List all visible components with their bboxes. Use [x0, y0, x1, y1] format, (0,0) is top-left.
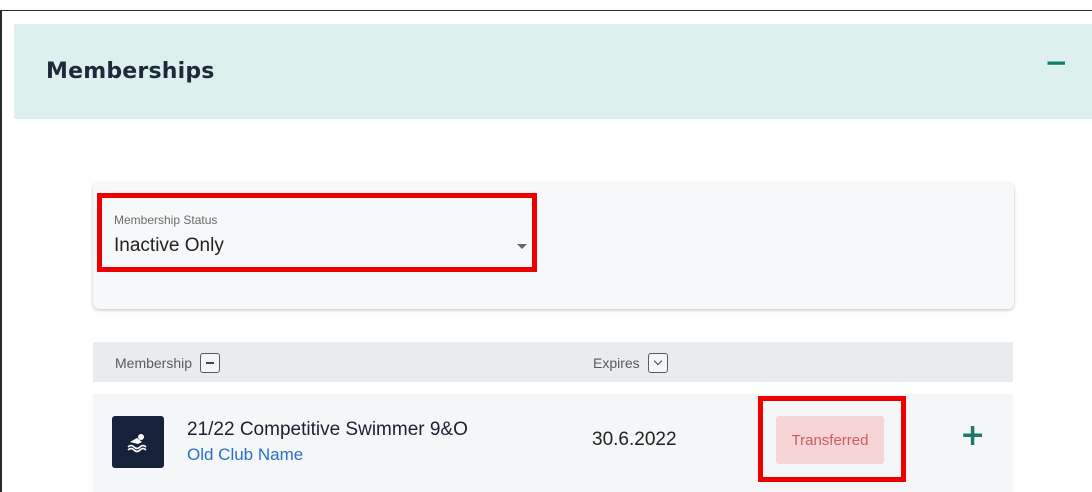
frame-left-border [0, 10, 2, 492]
membership-title: 21/22 Competitive Swimmer 9&O [187, 419, 468, 440]
column-header-expires: Expires [593, 353, 668, 373]
column-label-membership: Membership [115, 355, 193, 371]
table-header: Membership Expires [93, 342, 1013, 382]
collapse-button[interactable]: − [1045, 48, 1068, 77]
club-name-link[interactable]: Old Club Name [187, 445, 303, 465]
swimmer-icon [112, 416, 164, 468]
minus-icon [206, 362, 215, 364]
expires-date: 30.6.2022 [592, 429, 677, 450]
panel-title: Memberships [46, 59, 215, 84]
sort-expires-button[interactable] [647, 353, 668, 373]
chevron-down-icon [653, 356, 662, 366]
frame-top-border [0, 10, 1092, 11]
collapse-column-button[interactable] [200, 353, 221, 373]
highlight-box-filter [97, 193, 537, 272]
highlight-box-status [758, 396, 906, 482]
column-label-expires: Expires [593, 355, 640, 371]
memberships-panel-header[interactable]: Memberships − [14, 24, 1092, 119]
expand-row-button[interactable]: + [960, 421, 985, 451]
column-header-membership: Membership [115, 353, 221, 373]
